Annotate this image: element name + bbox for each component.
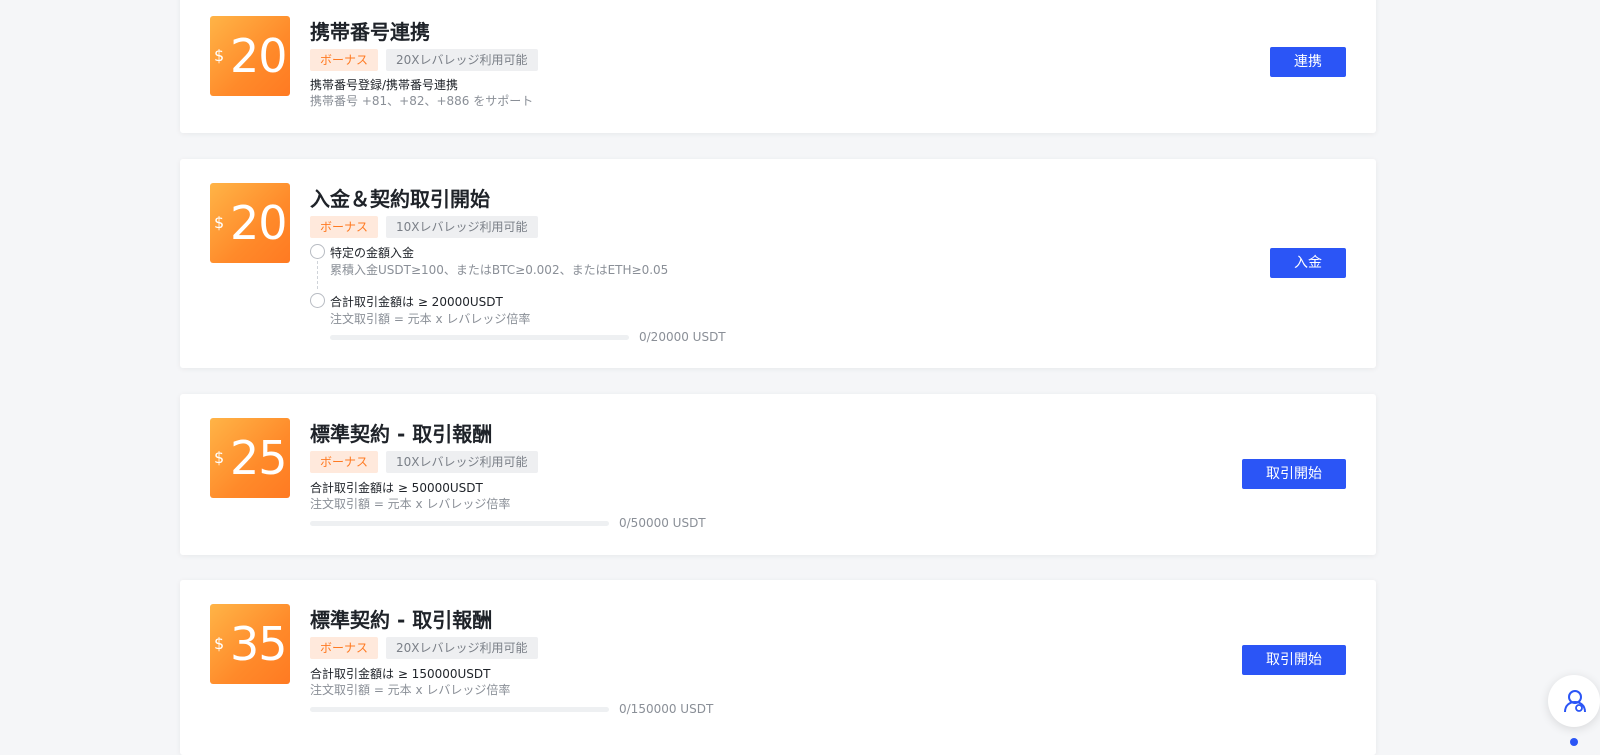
- tag-group: ボーナス 20Xレバレッジ利用可能: [310, 49, 538, 71]
- task-title: 携帯番号連携: [310, 20, 430, 44]
- step-status-icon: [310, 244, 325, 259]
- step-title: 合計取引金額は ≥ 20000USDT: [330, 295, 503, 309]
- task-title: 標準契約 - 取引報酬: [310, 422, 493, 446]
- tag-group: ボーナス 20Xレバレッジ利用可能: [310, 637, 538, 659]
- tag-group: ボーナス 10Xレバレッジ利用可能: [310, 216, 538, 238]
- currency-symbol: $: [214, 634, 225, 653]
- progress-label: 0/50000 USDT: [619, 516, 706, 530]
- reward-badge: $ 20: [210, 16, 290, 96]
- step-detail: 累積入金USDT≥100、またはBTC≥0.002、またはETH≥0.05: [330, 263, 669, 277]
- bonus-tag: ボーナス: [310, 49, 379, 71]
- leverage-tag: 20Xレバレッジ利用可能: [386, 49, 538, 71]
- step-detail: 注文取引額 = 元本 x レバレッジ倍率: [330, 312, 531, 326]
- currency-symbol: $: [214, 213, 225, 232]
- task-card-deposit: $ 20 入金＆契約取引開始 ボーナス 10Xレバレッジ利用可能 特定の金額入金…: [180, 159, 1376, 368]
- currency-symbol: $: [214, 448, 225, 467]
- reward-badge: $ 35: [210, 604, 290, 684]
- customer-service-button[interactable]: [1548, 675, 1600, 727]
- task-card-phone: $ 20 携帯番号連携 ボーナス 20Xレバレッジ利用可能 携帯番号登録/携帯番…: [180, 0, 1376, 133]
- reward-badge: $ 20: [210, 183, 290, 263]
- leverage-tag: 10Xレバレッジ利用可能: [386, 451, 538, 473]
- start-trading-button[interactable]: 取引開始: [1242, 645, 1346, 675]
- task-description: 合計取引金額は ≥ 50000USDT: [310, 481, 483, 495]
- reward-amount: 35: [230, 617, 288, 671]
- notification-dot: [1570, 738, 1578, 746]
- progress-label: 0/150000 USDT: [619, 702, 714, 716]
- start-trading-button[interactable]: 取引開始: [1242, 459, 1346, 489]
- progress-bar: [310, 521, 609, 526]
- progress-label: 0/20000 USDT: [639, 330, 726, 344]
- reward-amount: 25: [230, 431, 288, 485]
- task-title: 入金＆契約取引開始: [310, 187, 490, 211]
- task-card-trade-50000: $ 25 標準契約 - 取引報酬 ボーナス 10Xレバレッジ利用可能 合計取引金…: [180, 394, 1376, 555]
- deposit-button[interactable]: 入金: [1270, 248, 1346, 278]
- task-subdescription: 注文取引額 = 元本 x レバレッジ倍率: [310, 683, 511, 697]
- task-card-trade-150000: $ 35 標準契約 - 取引報酬 ボーナス 20Xレバレッジ利用可能 合計取引金…: [180, 580, 1376, 755]
- task-description: 合計取引金額は ≥ 150000USDT: [310, 667, 491, 681]
- tag-group: ボーナス 10Xレバレッジ利用可能: [310, 451, 538, 473]
- reward-amount: 20: [230, 196, 288, 250]
- step-title: 特定の金額入金: [330, 246, 415, 260]
- link-button[interactable]: 連携: [1270, 47, 1346, 77]
- leverage-tag: 20Xレバレッジ利用可能: [386, 637, 538, 659]
- task-title: 標準契約 - 取引報酬: [310, 608, 493, 632]
- bonus-tag: ボーナス: [310, 637, 379, 659]
- progress-bar: [330, 335, 629, 340]
- bonus-tag: ボーナス: [310, 216, 379, 238]
- reward-badge: $ 25: [210, 418, 290, 498]
- bonus-tag: ボーナス: [310, 451, 379, 473]
- step-status-icon: [310, 293, 325, 308]
- task-description: 携帯番号登録/携帯番号連携: [310, 78, 459, 92]
- progress-bar: [310, 707, 609, 712]
- task-subdescription: 携帯番号 +81、+82、+886 をサポート: [310, 94, 534, 108]
- task-subdescription: 注文取引額 = 元本 x レバレッジ倍率: [310, 497, 511, 511]
- currency-symbol: $: [214, 46, 225, 65]
- leverage-tag: 10Xレバレッジ利用可能: [386, 216, 538, 238]
- step-connector: [317, 261, 318, 289]
- reward-amount: 20: [230, 29, 288, 83]
